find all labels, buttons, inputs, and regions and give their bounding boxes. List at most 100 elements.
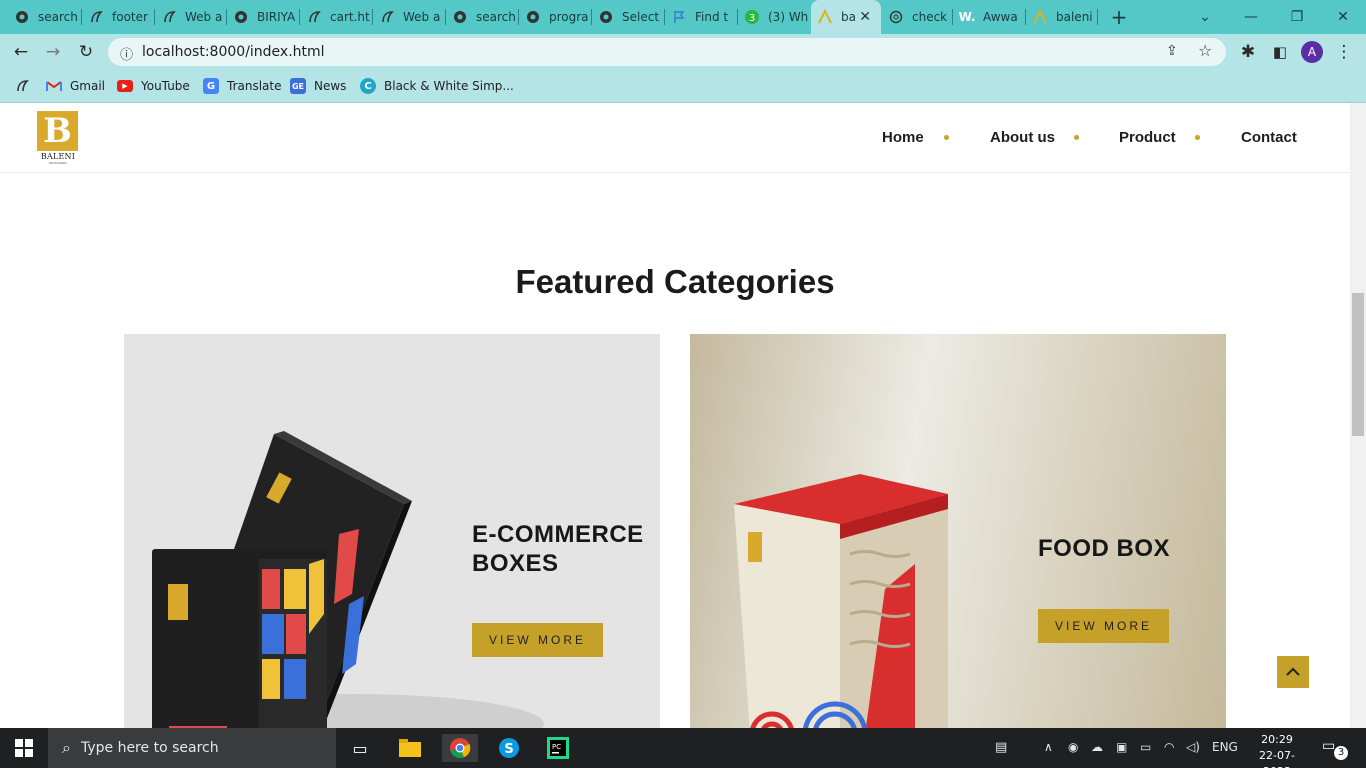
news-icon: GE xyxy=(290,78,306,94)
browser-tab[interactable]: Find t xyxy=(665,4,738,30)
browser-tab[interactable]: 3 (3) Wh xyxy=(738,4,811,30)
windows-start-icon[interactable] xyxy=(10,734,38,762)
wifi-icon[interactable]: ◠ xyxy=(1164,740,1174,754)
browser-tab[interactable]: search xyxy=(8,4,82,30)
nav-contact[interactable]: Contact xyxy=(1241,129,1297,146)
bookmark-youtube[interactable]: ▶ YouTube xyxy=(117,76,190,96)
globe-icon xyxy=(233,9,249,25)
globe-icon xyxy=(525,9,541,25)
restore-button[interactable]: ❐ xyxy=(1282,6,1312,28)
reload-icon[interactable]: ↻ xyxy=(75,42,97,64)
view-more-button[interactable]: VIEW MORE xyxy=(1038,609,1169,643)
logo-tagline: PACKAGING xyxy=(49,161,67,165)
meet-icon[interactable]: ◉ xyxy=(1068,740,1078,754)
profile-avatar[interactable]: A xyxy=(1301,41,1323,63)
bookmark-gmail[interactable]: Gmail xyxy=(46,76,105,96)
extensions-icon[interactable]: ✱ xyxy=(1237,42,1259,64)
replit-icon xyxy=(14,78,30,94)
screen-icon[interactable]: ▣ xyxy=(1116,740,1127,754)
tab-title: baleni xyxy=(1056,10,1093,24)
bookmark-canva[interactable]: C Black & White Simp... xyxy=(360,76,514,96)
battery-icon[interactable]: ▭ xyxy=(1140,740,1151,754)
onedrive-icon[interactable]: ☁ xyxy=(1091,740,1103,754)
browser-tab[interactable]: Web a xyxy=(373,4,446,30)
nav-about[interactable]: About us xyxy=(990,129,1055,146)
task-view-icon[interactable]: ▭ xyxy=(346,734,374,762)
browser-tab[interactable]: BIRIYA xyxy=(227,4,300,30)
page-viewport: B BALENI PACKAGING Home About us Product… xyxy=(0,103,1350,728)
bookmark-replit[interactable] xyxy=(14,76,38,96)
news-widget-icon[interactable]: ▤ xyxy=(995,740,1007,755)
tab-title: Awwa xyxy=(983,10,1018,24)
browser-tab[interactable]: footer xyxy=(82,4,155,30)
brand-logo[interactable]: B BALENI PACKAGING xyxy=(37,111,79,165)
baleni-icon xyxy=(1032,9,1048,25)
back-icon[interactable]: ← xyxy=(10,42,32,64)
show-hidden-icons[interactable]: ∧ xyxy=(1044,740,1053,754)
menu-kebab-icon[interactable]: ⋮ xyxy=(1333,42,1355,64)
url-text[interactable]: localhost:8000/index.html xyxy=(142,44,325,60)
volume-icon[interactable]: ◁) xyxy=(1186,740,1200,754)
taskbar-search-box[interactable]: ⌕ Type here to search xyxy=(48,728,336,768)
tab-title: check xyxy=(912,10,948,24)
card-title-line: BOXES xyxy=(472,550,559,577)
taskbar-search-placeholder: Type here to search xyxy=(80,740,219,756)
browser-tab[interactable]: W. Awwa xyxy=(953,4,1026,30)
bookmark-news[interactable]: GE News xyxy=(290,76,346,96)
address-bar[interactable]: ⓘ localhost:8000/index.html ⇪ ☆ xyxy=(108,38,1226,66)
globe-icon xyxy=(452,9,468,25)
close-tab-icon[interactable]: ✕ xyxy=(859,9,871,25)
tab-title: Web a xyxy=(185,10,223,24)
tab-title: BIRIYA xyxy=(257,10,296,24)
bookmark-label: Gmail xyxy=(70,79,106,93)
nav-home[interactable]: Home xyxy=(882,129,924,146)
view-more-button[interactable]: VIEW MORE xyxy=(472,623,603,657)
globe-icon xyxy=(598,9,614,25)
card-title-line: FOOD BOX xyxy=(1038,535,1171,562)
category-card-ecommerce: E-COMMERCE BOXES VIEW MORE xyxy=(124,334,660,728)
browser-tab[interactable]: check xyxy=(882,4,953,30)
card-title: E-COMMERCE BOXES xyxy=(472,520,644,578)
bookmark-translate[interactable]: G Translate xyxy=(203,76,282,96)
notification-badge: 3 xyxy=(1334,746,1348,760)
tab-title: ba xyxy=(841,10,856,24)
browser-tab[interactable]: cart.ht xyxy=(300,4,373,30)
search-icon: ⌕ xyxy=(62,738,71,757)
tab-title: search xyxy=(38,10,78,24)
svg-text:S: S xyxy=(504,742,513,757)
scroll-to-top-button[interactable] xyxy=(1277,656,1309,688)
skype-icon[interactable]: S xyxy=(495,734,523,762)
bookmark-star-icon[interactable]: ☆ xyxy=(1198,41,1212,60)
browser-tab[interactable]: progra xyxy=(519,4,592,30)
side-panel-icon[interactable]: ◧ xyxy=(1269,42,1291,64)
pycharm-icon[interactable]: PC xyxy=(544,734,572,762)
tab-search-icon[interactable]: ⌄ xyxy=(1190,6,1220,28)
browser-tab[interactable]: Select xyxy=(592,4,665,30)
language-indicator[interactable]: ENG xyxy=(1212,740,1238,754)
nav-separator xyxy=(944,135,949,140)
chrome-icon[interactable] xyxy=(442,734,478,762)
minimize-button[interactable]: — xyxy=(1236,6,1266,28)
tab-title: search xyxy=(476,10,516,24)
new-tab-button[interactable]: + xyxy=(1108,6,1130,28)
scrollbar-thumb[interactable] xyxy=(1352,293,1364,436)
clock-time: 20:29 xyxy=(1261,733,1293,746)
tab-title: (3) Wh xyxy=(768,10,809,24)
file-explorer-icon[interactable] xyxy=(396,734,424,762)
browser-tab[interactable]: search xyxy=(446,4,519,30)
notification-center-icon[interactable]: ▭ 3 xyxy=(1322,738,1348,760)
nav-separator xyxy=(1195,135,1200,140)
clock[interactable]: 20:29 22-07-2023 xyxy=(1248,732,1306,780)
forward-icon[interactable]: → xyxy=(42,42,64,64)
nav-product[interactable]: Product xyxy=(1119,129,1176,146)
browser-tab-active[interactable]: ba ✕ xyxy=(811,0,881,34)
browser-tab[interactable]: Web a xyxy=(155,4,227,30)
site-info-icon[interactable]: ⓘ xyxy=(120,44,133,63)
logo-name: BALENI xyxy=(40,152,76,161)
close-window-button[interactable]: ✕ xyxy=(1328,6,1358,28)
replit-icon xyxy=(306,9,322,25)
globe-icon xyxy=(14,9,30,25)
page-scrollbar[interactable] xyxy=(1350,103,1366,728)
share-icon[interactable]: ⇪ xyxy=(1166,43,1178,59)
browser-tab[interactable]: baleni xyxy=(1026,4,1098,30)
